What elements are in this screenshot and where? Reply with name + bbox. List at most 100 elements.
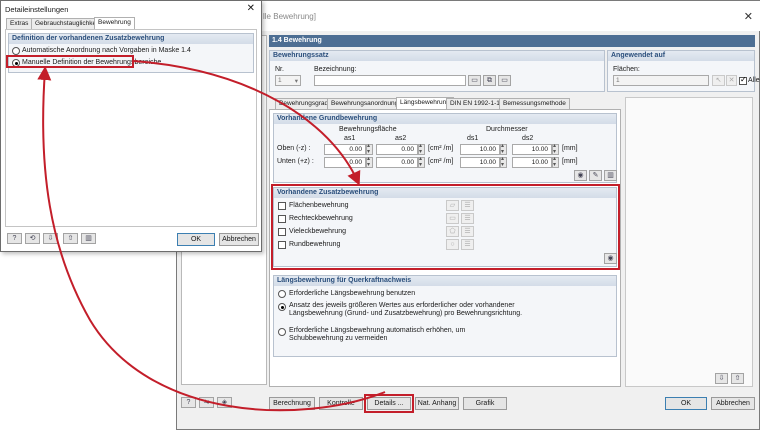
oben-unit-mm: [mm] [562,145,578,152]
bewehrungssatz-header: Bewehrungssatz [270,51,604,61]
ds1-label: ds1 [467,135,479,142]
unten-unit-mm: [mm] [562,158,578,165]
abbrechen-button[interactable]: Abbrechen [711,397,755,410]
main-title: lle Bewehrung] [263,12,316,21]
unten-unit-area: [cm² /m] [428,158,454,165]
graphics-icon[interactable]: ◈ [217,397,232,408]
tab-gebrauchstauglichkeit[interactable]: Gebrauchstauglichkeit [31,18,104,29]
nr-select[interactable]: 1 ▾ [275,75,301,86]
bezeichnung-input[interactable] [314,75,466,86]
oben-as2-spinner[interactable] [418,142,425,155]
as1-label: as1 [344,135,356,142]
store-icon[interactable]: ▥ [81,233,96,244]
ok-button[interactable]: OK [665,397,707,410]
bewehrungssatz-group: Bewehrungssatz Nr. Bezeichnung: 1 ▾ ▭ ⧉ ▭ [269,50,605,92]
info-panel [625,97,753,387]
nat-anhang-button[interactable]: Nat. Anhang [415,397,459,410]
ds2-label: ds2 [522,135,534,142]
ansatz-radio[interactable] [278,303,286,311]
erhoehen-radio[interactable] [278,328,286,336]
oben-unit-area: [cm² /m] [428,145,454,152]
oben-ds1-input[interactable]: 10.00 [460,144,500,155]
oben-ds1-spinner[interactable] [500,142,507,155]
view-icon[interactable]: ◉ [574,170,587,181]
oben-as1-spinner[interactable] [366,142,373,155]
ansatz-label-line2: Längsbewehrung (Grund- und Zusatzbewehru… [289,310,523,317]
angewendet-header: Angewendet auf [608,51,754,61]
section-title: 1.4 Bewehrung [269,35,755,47]
details-highlight [364,394,414,413]
alle-checkbox[interactable] [739,75,747,85]
grundbewehrung-header: Vorhandene Grundbewehrung [274,114,616,124]
export-icon[interactable]: ⇩ [715,373,728,384]
unten-as2-spinner[interactable] [418,155,425,168]
manuelle-definition-highlight [6,55,134,68]
close-icon[interactable]: ✕ [247,3,255,14]
kontrolle-button[interactable]: Kontrolle [319,397,363,410]
oben-as2-input[interactable]: 0.00 [376,144,418,155]
angewendet-group: Angewendet auf Flächen: 1 ↖ ✕ Alle [607,50,760,92]
pick-icon[interactable]: ↖ [712,75,725,86]
unten-label: Unten (+z) : [277,158,314,165]
units-icon[interactable]: ⇆ [199,397,214,408]
querkraft-header: Längsbewehrung für Querkraftnachweis [274,276,616,286]
erhoehen-label-line2: Schubbewehrung zu vermeiden [289,335,388,342]
load-icon[interactable]: ⇧ [63,233,78,244]
definition-header: Definition der vorhandenen Zusatzbewehru… [9,34,253,44]
unten-as1-spinner[interactable] [366,155,373,168]
copy-icon[interactable]: ⧉ [483,75,496,86]
ansatz-label-line1: Ansatz des jeweils größeren Wertes aus e… [289,302,515,309]
close-icon[interactable]: ✕ [744,10,753,23]
bezeichnung-label: Bezeichnung: [314,66,357,73]
save-default-icon[interactable]: ⇩ [43,233,58,244]
help-icon[interactable]: ? [181,397,196,408]
unten-as2-input[interactable]: 0.00 [376,157,418,168]
bewehrungsflaeche-label: Bewehrungsfläche [339,126,397,133]
oben-ds2-input[interactable]: 10.00 [512,144,552,155]
durchmesser-label: Durchmesser [486,126,528,133]
grafik-button[interactable]: Grafik [463,397,507,410]
oben-as1-input[interactable]: 0.00 [324,144,366,155]
unten-ds2-spinner[interactable] [552,155,559,168]
erhoehen-label-line1: Erforderliche Längsbewehrung automatisch… [289,327,466,334]
flaechen-label: Flächen: [613,66,640,73]
detail-cancel-button[interactable]: Abbrechen [219,233,259,246]
delete-icon[interactable]: ✕ [726,75,737,86]
tab-bewehrung[interactable]: Bewehrung [94,17,135,29]
auto-anordnung-label: Automatische Anordnung nach Vorgaben in … [22,47,191,54]
oben-label: Oben (-z) : [277,145,311,152]
folder-save-icon[interactable]: ▭ [498,75,511,86]
unten-as1-input[interactable]: 0.00 [324,157,366,168]
grundbewehrung-group: Vorhandene Grundbewehrung Bewehrungsfläc… [273,113,617,183]
nr-label: Nr. [275,66,284,73]
tab-bemessungsmethode[interactable]: Bemessungsmethode [499,98,570,109]
erforderliche-label: Erforderliche Längsbewehrung benutzen [289,290,416,297]
import-icon[interactable]: ⇧ [731,373,744,384]
chevron-down-icon: ▾ [294,78,298,85]
unten-ds1-input[interactable]: 10.00 [460,157,500,168]
unten-ds2-input[interactable]: 10.00 [512,157,552,168]
flaechen-input[interactable]: 1 [613,75,709,86]
main-dialog: lle Bewehrung] ✕ 1.4 Bewehrung Bewehrung… [176,0,760,430]
main-titlebar: lle Bewehrung] ✕ [177,1,760,31]
querkraft-group: Längsbewehrung für Querkraftnachweis Erf… [273,275,617,357]
as2-label: as2 [395,135,407,142]
tab-extras[interactable]: Extras [6,18,33,29]
zusatzbewehrung-highlight [271,184,620,270]
detail-dialog: Detaileinstellungen ✕ Extras Gebrauchsta… [0,0,262,252]
edit-icon[interactable]: ✎ [589,170,602,181]
detail-ok-button[interactable]: OK [177,233,215,246]
alle-label: Alle [748,77,760,84]
oben-ds2-spinner[interactable] [552,142,559,155]
book-icon[interactable]: ▥ [604,170,617,181]
berechnung-button[interactable]: Berechnung [269,397,315,410]
erforderliche-radio[interactable] [278,290,286,298]
default-icon[interactable]: ⟲ [25,233,40,244]
unten-ds1-spinner[interactable] [500,155,507,168]
tab-bewehrungsanordnung[interactable]: Bewehrungsanordnung [327,98,403,109]
tab-din-en[interactable]: DIN EN 1992-1-1 [446,98,504,109]
detail-title: Detaileinstellungen [5,5,69,14]
auto-anordnung-radio[interactable] [12,47,20,55]
help-icon[interactable]: ? [7,233,22,244]
open-folder-icon[interactable]: ▭ [468,75,481,86]
